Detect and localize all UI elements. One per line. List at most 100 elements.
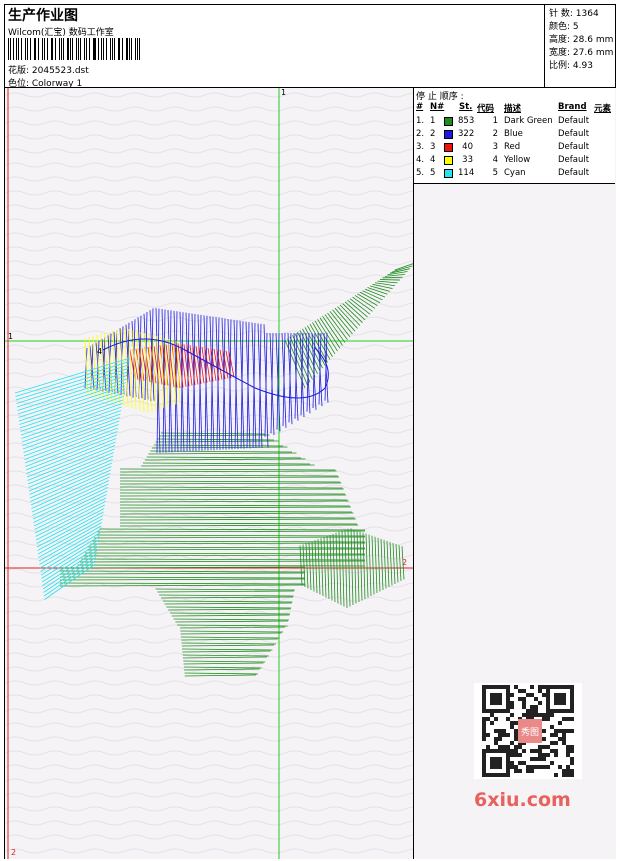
qr-module bbox=[570, 761, 574, 765]
qr-module bbox=[542, 717, 546, 721]
qr-module bbox=[542, 757, 546, 761]
qr-module bbox=[562, 769, 566, 773]
qr-module bbox=[490, 713, 494, 717]
barcode-bar bbox=[72, 38, 74, 60]
qr-module bbox=[562, 773, 566, 777]
qr-module bbox=[562, 697, 566, 701]
qr-module bbox=[498, 729, 502, 733]
qr-module bbox=[506, 685, 510, 689]
qr-module bbox=[530, 709, 534, 713]
qr-module bbox=[562, 741, 566, 745]
qr-module bbox=[534, 757, 538, 761]
barcode-bar bbox=[25, 38, 27, 60]
qr-module bbox=[506, 761, 510, 765]
embroidery-canvas[interactable]: 1 1 2 2 4 bbox=[5, 88, 414, 859]
legend-row-brand: Default bbox=[558, 129, 590, 139]
qr-module bbox=[506, 749, 510, 753]
legend-row-index: 5. bbox=[416, 168, 425, 178]
qr-module bbox=[510, 705, 514, 709]
qr-module bbox=[490, 685, 494, 689]
qr-module bbox=[542, 765, 546, 769]
qr-module bbox=[494, 773, 498, 777]
qr-module bbox=[486, 685, 490, 689]
barcode-bar bbox=[102, 38, 104, 60]
qr-module bbox=[558, 685, 562, 689]
qr-module bbox=[546, 717, 550, 721]
qr-module bbox=[506, 701, 510, 705]
design-height: 高度: 28.6 mm bbox=[549, 35, 614, 45]
legend-row-brand: Default bbox=[558, 142, 590, 152]
qr-code: 秀图 bbox=[474, 683, 582, 779]
legend-row-stitches: 114 bbox=[458, 168, 475, 178]
qr-module bbox=[482, 737, 486, 741]
qr-module bbox=[494, 717, 498, 721]
barcode-bar bbox=[128, 38, 130, 60]
legend-row-brand: Default bbox=[558, 116, 590, 126]
qr-module bbox=[482, 749, 486, 753]
legend-row-code: 4 bbox=[492, 155, 498, 165]
qr-module bbox=[550, 725, 554, 729]
qr-module bbox=[558, 709, 562, 713]
qr-module bbox=[566, 685, 570, 689]
qr-module bbox=[490, 773, 494, 777]
qr-module bbox=[502, 685, 506, 689]
qr-module bbox=[482, 705, 486, 709]
qr-module bbox=[550, 685, 554, 689]
barcode-bar bbox=[63, 38, 64, 60]
barcode-bar bbox=[52, 38, 54, 60]
barcode-bar bbox=[117, 38, 119, 60]
qr-module bbox=[506, 745, 510, 749]
qr-module bbox=[566, 765, 570, 769]
qr-module bbox=[566, 729, 570, 733]
legend-col-stitches: St. bbox=[459, 102, 473, 112]
legend-col-description: 描述 bbox=[504, 104, 522, 114]
barcode-bar bbox=[37, 38, 39, 60]
qr-module bbox=[494, 709, 498, 713]
legend-col-element: 元素 bbox=[594, 104, 612, 114]
qr-module bbox=[490, 693, 494, 697]
qr-module bbox=[514, 745, 518, 749]
qr-module bbox=[570, 705, 574, 709]
qr-module bbox=[566, 769, 570, 773]
qr-module bbox=[522, 761, 526, 765]
color-swatch bbox=[444, 169, 453, 178]
barcode bbox=[8, 38, 143, 60]
legend-row-brand: Default bbox=[558, 155, 590, 165]
qr-module bbox=[522, 689, 526, 693]
qr-module bbox=[506, 769, 510, 773]
legend-row-stitches: 322 bbox=[458, 129, 475, 139]
qr-module bbox=[498, 761, 502, 765]
qr-module bbox=[482, 689, 486, 693]
page-title: 生产作业图 bbox=[8, 8, 78, 24]
qr-module bbox=[530, 685, 534, 689]
qr-module bbox=[538, 765, 542, 769]
legend-row-index: 4. bbox=[416, 155, 425, 165]
qr-module bbox=[550, 713, 554, 717]
qr-module bbox=[522, 749, 526, 753]
qr-module bbox=[490, 701, 494, 705]
qr-module bbox=[566, 745, 570, 749]
qr-module bbox=[490, 749, 494, 753]
qr-module bbox=[538, 749, 542, 753]
qr-module bbox=[530, 693, 534, 697]
legend-row-description: Yellow bbox=[504, 155, 531, 165]
qr-module bbox=[546, 709, 550, 713]
watermark-site: 6xiu.com bbox=[474, 789, 571, 811]
qr-module bbox=[498, 697, 502, 701]
qr-module bbox=[482, 721, 486, 725]
qr-module bbox=[518, 689, 522, 693]
qr-module bbox=[562, 709, 566, 713]
qr-module bbox=[546, 753, 550, 757]
legend-row-index: 1. bbox=[416, 116, 425, 126]
start-mark: 4 bbox=[97, 347, 103, 356]
qr-module bbox=[558, 697, 562, 701]
qr-module bbox=[538, 685, 542, 689]
qr-module bbox=[566, 773, 570, 777]
qr-module bbox=[538, 753, 542, 757]
qr-module bbox=[506, 709, 510, 713]
qr-module bbox=[538, 689, 542, 693]
barcode-bar bbox=[58, 38, 60, 60]
stitch-count: 针 数: 1364 bbox=[549, 9, 599, 19]
qr-module bbox=[486, 773, 490, 777]
qr-module bbox=[534, 765, 538, 769]
